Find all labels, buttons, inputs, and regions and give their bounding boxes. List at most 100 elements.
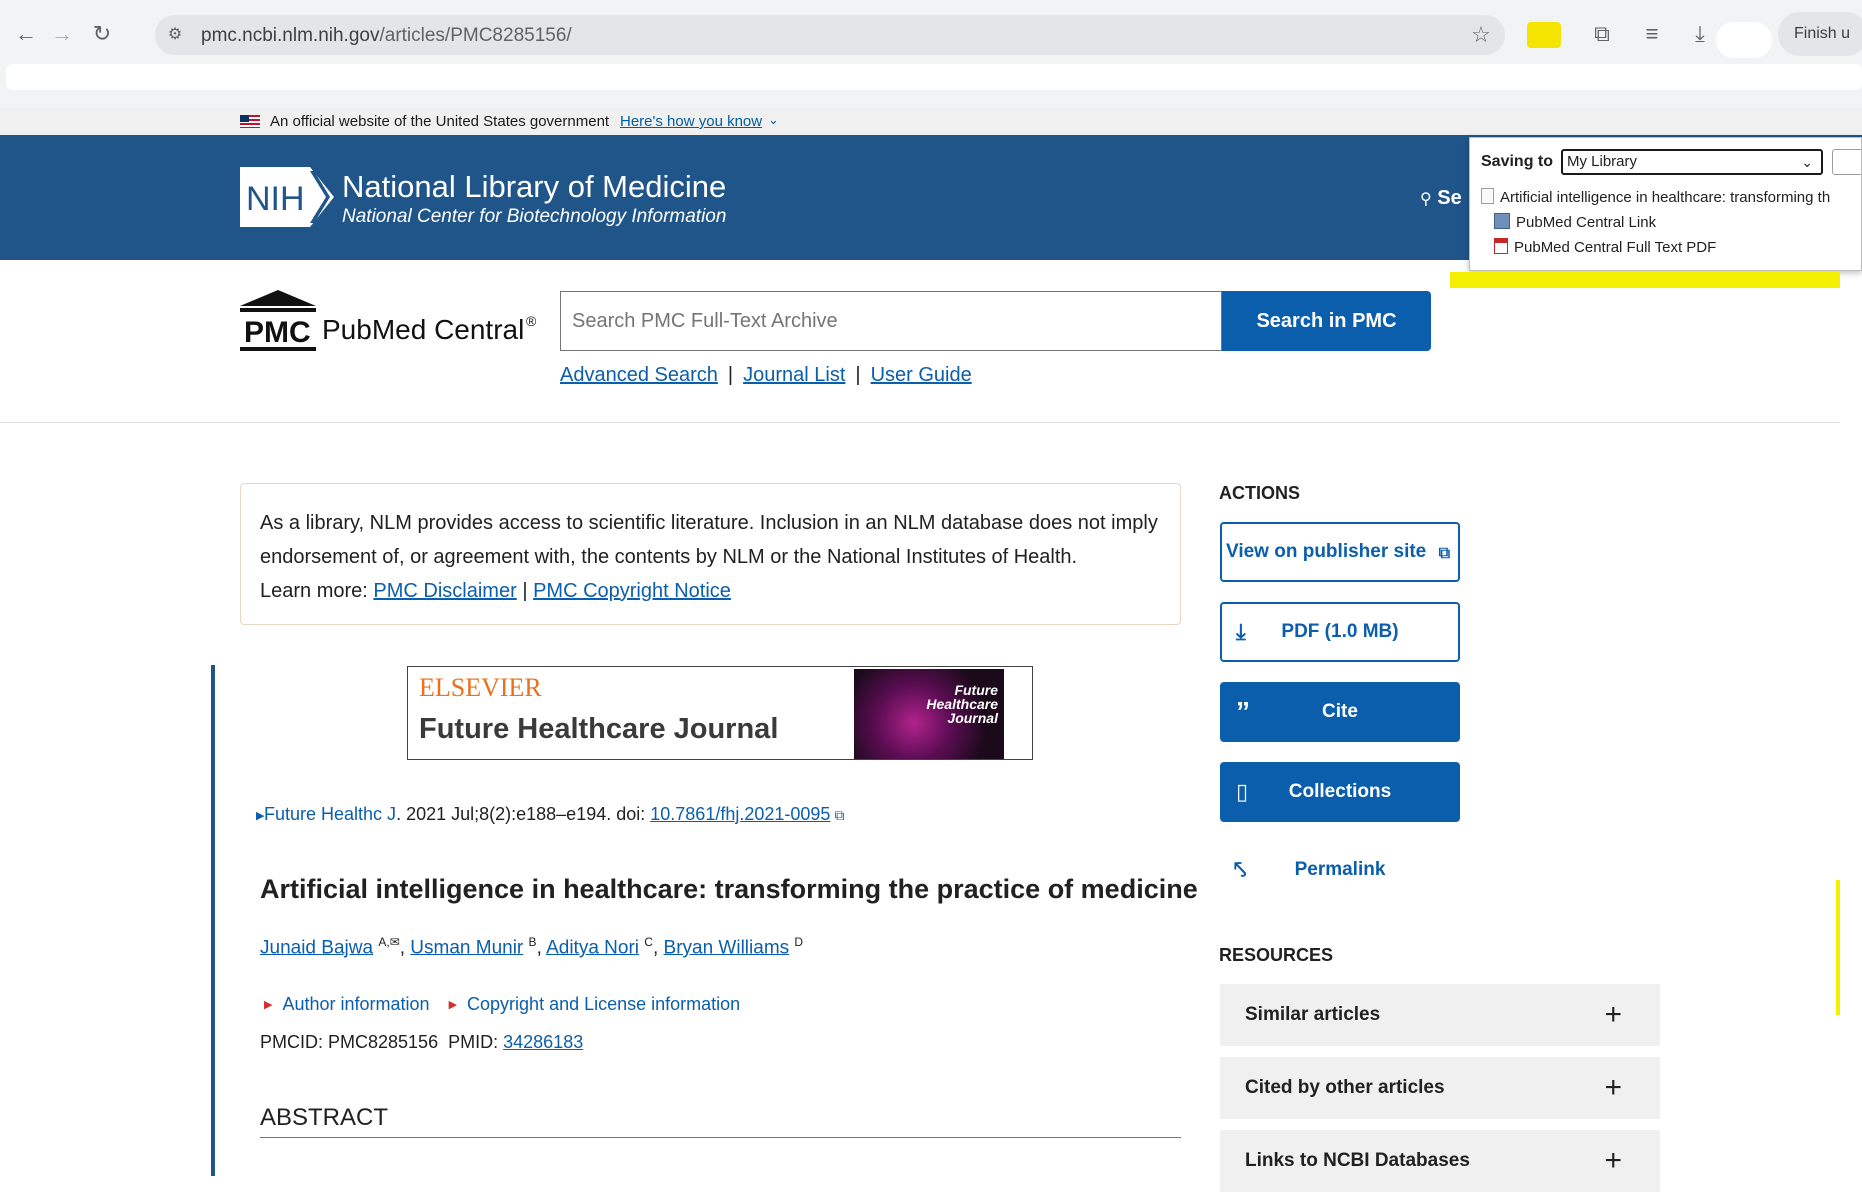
citation-line: ▶ Future Healthc J. 2021 Jul;8(2):e188–e… xyxy=(256,804,845,825)
library-select-value: My Library xyxy=(1567,153,1638,170)
header-divider xyxy=(0,422,1840,423)
resource-label: Similar articles xyxy=(1245,1004,1381,1025)
author-list: Junaid Bajwa A,✉, Usman Munir B, Aditya … xyxy=(260,935,804,959)
pmc-logo-name: PubMed Central xyxy=(322,314,524,345)
scrollbar-highlight[interactable] xyxy=(1836,880,1840,1015)
journal-abbrev[interactable]: Future Healthc J xyxy=(264,804,396,824)
bookmarks-bar xyxy=(6,64,1862,90)
pmid-link[interactable]: 34286183 xyxy=(503,1032,583,1052)
site-info-icon[interactable]: ⚙ xyxy=(159,19,191,51)
finish-update-button[interactable]: Finish u xyxy=(1778,12,1862,56)
back-arrow-icon[interactable]: ← xyxy=(10,18,42,50)
pmc-disclaimer-link[interactable]: PMC Disclaimer xyxy=(373,580,516,602)
user-guide-link[interactable]: User Guide xyxy=(871,364,972,386)
url-path: /articles/PMC8285156/ xyxy=(379,25,572,46)
external-link-icon: ⧉ xyxy=(834,807,845,823)
gov-banner: An official website of the United States… xyxy=(0,108,1862,135)
article-ids: PMCID: PMC8285156 PMID: 34286183 xyxy=(260,1032,583,1053)
disclaimer-box: As a library, NLM provides access to sci… xyxy=(240,483,1181,625)
permalink-button[interactable]: ⤣ Permalink xyxy=(1220,842,1460,902)
copyright-license-toggle[interactable]: Copyright and License information xyxy=(467,994,740,1014)
actions-heading: ACTIONS xyxy=(1219,483,1300,503)
gov-banner-text: An official website of the United States… xyxy=(270,113,610,130)
learn-more-label: Learn more: xyxy=(260,580,368,602)
journal-list-link[interactable]: Journal List xyxy=(743,364,845,386)
plus-icon: + xyxy=(1604,998,1622,1031)
link-separator: | xyxy=(855,364,861,386)
collections-button[interactable]: ▯ Collections xyxy=(1220,762,1460,822)
pmc-logo[interactable]: PMC PubMed Central ® xyxy=(240,290,540,352)
download-icon[interactable]: ⤓ xyxy=(1684,18,1716,50)
forward-arrow-icon[interactable]: → xyxy=(46,18,78,50)
browser-toolbar: ← → ↻ ⚙ pmc.ncbi.nlm.nih.gov/articles/PM… xyxy=(0,0,1862,108)
journal-name: Future Healthcare Journal xyxy=(419,713,779,745)
expand-triangle-icon[interactable]: ▶ xyxy=(256,809,264,822)
save-item-pdf[interactable]: PubMed Central Full Text PDF xyxy=(1494,238,1716,256)
document-icon xyxy=(1481,188,1494,204)
extension-highlighter-icon[interactable] xyxy=(1527,22,1561,48)
nlm-search-button[interactable]: ⚲ Se xyxy=(1420,187,1462,210)
doi-link[interactable]: 10.7861/fhj.2021-0095 xyxy=(650,804,830,824)
save-item-label: PubMed Central Link xyxy=(1516,214,1657,231)
button-label: PDF (1.0 MB) xyxy=(1281,621,1399,642)
author-toggles: ▶ Author information ▶ Copyright and Licen… xyxy=(264,994,740,1015)
search-in-pmc-button[interactable]: Search in PMC xyxy=(1222,291,1431,351)
media-queue-icon[interactable]: ≡ xyxy=(1636,18,1668,50)
author-affiliation: D xyxy=(794,935,804,949)
save-item-link[interactable]: PubMed Central Link xyxy=(1494,213,1656,231)
article-left-border xyxy=(211,665,215,1176)
author-information-toggle[interactable]: Author information xyxy=(282,994,429,1014)
journal-cover-title: Future Healthcare Journal xyxy=(926,682,998,726)
resources-heading: RESOURCES xyxy=(1219,945,1334,965)
abstract-heading: ABSTRACT xyxy=(260,1104,389,1131)
resource-cited-by[interactable]: Cited by other articles + xyxy=(1220,1057,1660,1119)
button-label: Permalink xyxy=(1294,859,1386,880)
reload-icon[interactable]: ↻ xyxy=(86,18,118,50)
abstract-divider xyxy=(260,1137,1181,1138)
pmc-logo-registered: ® xyxy=(526,313,537,329)
save-item-label: Artificial intelligence in healthcare: t… xyxy=(1500,189,1831,206)
view-on-publisher-button[interactable]: View on publisher site ⧉ xyxy=(1220,522,1460,582)
pdf-icon xyxy=(1494,238,1508,254)
nlm-title[interactable]: National Library of Medicine xyxy=(342,169,726,205)
author-link[interactable]: Junaid Bajwa xyxy=(260,937,373,958)
library-select[interactable]: My Library ⌄ xyxy=(1561,149,1823,175)
pmc-copyright-notice-link[interactable]: PMC Copyright Notice xyxy=(533,580,731,602)
external-link-icon: ⧉ xyxy=(1438,545,1450,562)
profile-avatar[interactable] xyxy=(1716,22,1772,58)
chevron-down-icon[interactable]: ⌄ xyxy=(768,112,779,128)
journal-banner[interactable]: ELSEVIER Future Healthcare Journal Futur… xyxy=(407,666,1033,760)
resource-ncbi-links[interactable]: Links to NCBI Databases + xyxy=(1220,1130,1660,1192)
search-icon: ⚲ xyxy=(1420,191,1432,208)
resource-label: Links to NCBI Databases xyxy=(1245,1150,1470,1171)
plus-icon: + xyxy=(1604,1071,1622,1104)
pmc-header-links: Advanced Search | Journal List | User Guide xyxy=(560,364,972,387)
save-to-library-popup: Saving to My Library ⌄ Artificial intell… xyxy=(1469,137,1862,271)
bookmark-star-icon[interactable]: ☆ xyxy=(1465,19,1497,51)
resource-label: Cited by other articles xyxy=(1245,1077,1445,1098)
pmc-search-input[interactable]: Search PMC Full-Text Archive xyxy=(560,291,1222,351)
author-affiliation: B xyxy=(528,935,537,949)
extensions-puzzle-icon[interactable]: ⧉ xyxy=(1586,18,1618,50)
author-link[interactable]: Aditya Nori xyxy=(546,937,639,958)
nih-logo[interactable]: NIH xyxy=(240,167,334,227)
saving-to-label: Saving to xyxy=(1481,153,1554,170)
save-options-dropdown[interactable] xyxy=(1832,149,1861,175)
button-label: Collections xyxy=(1288,781,1392,802)
us-flag-icon xyxy=(240,115,260,128)
gov-how-you-know-link[interactable]: Here's how you know xyxy=(620,113,762,130)
plus-icon: + xyxy=(1604,1144,1622,1177)
author-link[interactable]: Usman Munir xyxy=(410,937,523,958)
cite-button[interactable]: ” Cite xyxy=(1220,682,1460,742)
link-separator: | xyxy=(522,580,528,602)
advanced-search-link[interactable]: Advanced Search xyxy=(560,364,718,386)
save-item-article[interactable]: Artificial intelligence in healthcare: t… xyxy=(1481,188,1830,206)
author-affiliation: A,✉ xyxy=(378,935,400,949)
resource-similar-articles[interactable]: Similar articles + xyxy=(1220,984,1660,1046)
author-link[interactable]: Bryan Williams xyxy=(664,937,790,958)
highlight-strip xyxy=(1450,272,1840,288)
web-link-icon xyxy=(1494,213,1510,229)
address-bar[interactable]: ⚙ pmc.ncbi.nlm.nih.gov/articles/PMC82851… xyxy=(155,15,1505,55)
button-label: Cite xyxy=(1322,701,1358,722)
pdf-download-button[interactable]: ⤓ PDF (1.0 MB) xyxy=(1220,602,1460,662)
